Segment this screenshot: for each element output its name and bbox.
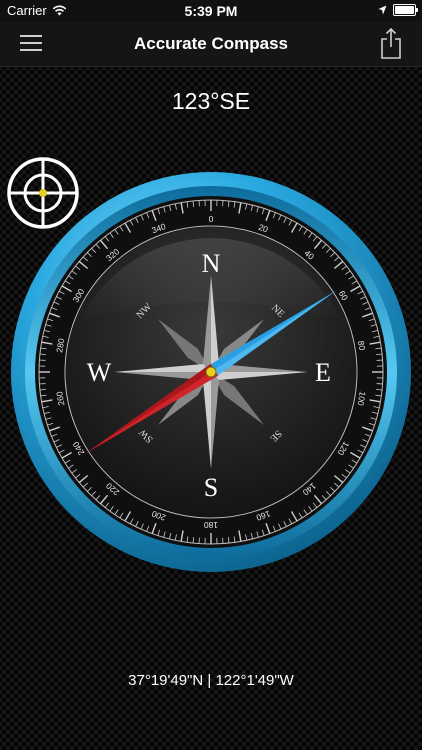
degree-label: 0 — [209, 214, 214, 224]
degree-label: 180 — [204, 520, 218, 530]
cardinal-east: E — [315, 358, 331, 387]
status-bar: Carrier 5:39 PM — [0, 0, 422, 22]
cardinal-north: N — [202, 249, 221, 278]
page-title: Accurate Compass — [133, 34, 288, 53]
location-arrow-icon — [378, 5, 387, 15]
compass-dial: 0204060801001201401601802002202402602803… — [11, 172, 411, 572]
gps-coordinates: 37°19'49"N | 122°1'49"W — [128, 672, 294, 689]
cardinal-west: W — [87, 358, 112, 387]
cardinal-south: S — [204, 473, 218, 502]
degree-label: 80 — [356, 340, 368, 351]
share-icon[interactable] — [380, 27, 402, 59]
battery-icon — [393, 4, 418, 16]
status-right — [378, 4, 418, 16]
status-time: 5:39 PM — [184, 3, 238, 19]
needle-pivot — [205, 366, 217, 378]
heading-readout: 123°SE — [171, 88, 251, 114]
nav-bar: Accurate Compass — [0, 22, 422, 67]
